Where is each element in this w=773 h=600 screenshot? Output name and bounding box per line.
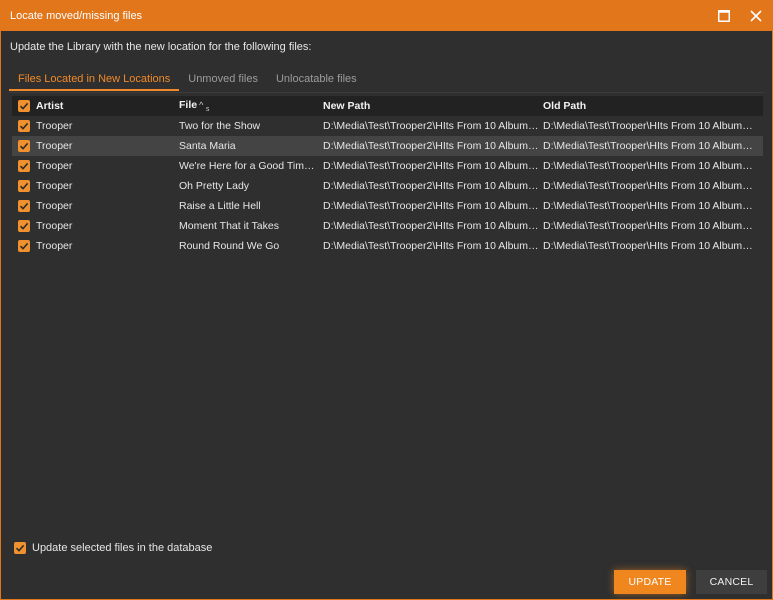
check-icon [19,242,29,250]
old-path-cell: D:\Media\Test\Trooper\HIts From 10 Album… [543,160,763,172]
tab-bar: Files Located in New Locations Unmoved fi… [9,67,366,93]
file-cell: Two for the Show [179,120,261,132]
tab-unlocatable-files[interactable]: Unlocatable files [267,67,366,91]
sort-arrow: ^ [199,100,204,111]
file-cell: We're Here for a Good Time (N... [179,160,323,172]
table-row[interactable]: Trooper Round Round We Go D:\Media\Test\Tr… [12,236,763,256]
artist-cell: Trooper [36,160,73,172]
tab-divider [9,92,764,93]
row-checkbox-cell [12,160,36,172]
dialog-instructions: Update the Library with the new location… [10,41,312,53]
tab-unmoved-files[interactable]: Unmoved files [179,67,267,91]
column-header-artist[interactable]: Artist [36,100,179,112]
file-cell: Oh Pretty Lady [179,180,250,192]
new-path-cell: D:\Media\Test\Trooper2\HIts From 10 Albu… [323,200,543,212]
check-icon [19,182,29,190]
table-row[interactable]: Trooper Raise a Little Hell D:\Media\Test\… [12,196,763,216]
check-icon [19,142,29,150]
file-cell: Santa Maria [179,140,236,152]
check-icon [19,102,29,110]
check-icon [19,202,29,210]
grid-header: Artist File ^ s New Path Old Path [12,96,763,116]
grid-body: Trooper Two for the Show D:\Media\Test\Tro… [12,116,763,256]
row-checkbox[interactable] [18,240,30,252]
new-path-cell: D:\Media\Test\Trooper2\HIts From 10 Albu… [323,120,543,132]
column-header-file[interactable]: File ^ s [179,99,323,113]
window-title: Locate moved/missing files [10,10,143,22]
row-checkbox[interactable] [18,140,30,152]
new-path-cell: D:\Media\Test\Trooper2\HIts From 10 Albu… [323,160,543,172]
maximize-button[interactable] [708,1,740,31]
row-checkbox-cell [12,180,36,192]
files-grid: Artist File ^ s New Path Old Path Trooper… [12,96,763,256]
new-path-cell: D:\Media\Test\Trooper2\HIts From 10 Albu… [323,240,543,252]
artist-cell: Trooper [36,220,73,232]
new-path-cell: D:\Media\Test\Trooper2\HIts From 10 Albu… [323,180,543,192]
table-row[interactable]: Trooper Moment That it Takes D:\Media\Test… [12,216,763,236]
check-icon [19,122,29,130]
row-checkbox-cell [12,240,36,252]
old-path-cell: D:\Media\Test\Trooper\HIts From 10 Album… [543,140,763,152]
row-checkbox[interactable] [18,180,30,192]
cancel-button[interactable]: CANCEL [696,570,767,594]
update-database-checkbox[interactable] [14,542,26,554]
file-cell: Round Round We Go [179,240,280,252]
column-header-file-label: File [179,99,198,112]
select-all-cell [12,100,36,112]
check-icon [15,544,25,552]
artist-cell: Trooper [36,140,73,152]
row-checkbox-cell [12,200,36,212]
old-path-cell: D:\Media\Test\Trooper\HIts From 10 Album… [543,240,763,252]
artist-cell: Trooper [36,240,73,252]
close-button[interactable] [740,1,772,31]
table-row[interactable]: Trooper Santa Maria D:\Media\Test\Trooper2… [12,136,763,156]
table-row[interactable]: Trooper We're Here for a Good Time (N... D… [12,156,763,176]
maximize-icon [718,10,730,22]
row-checkbox[interactable] [18,200,30,212]
new-path-cell: D:\Media\Test\Trooper2\HIts From 10 Albu… [323,220,543,232]
title-bar[interactable]: Locate moved/missing files [1,1,772,31]
close-icon [750,10,762,22]
select-all-checkbox[interactable] [18,100,30,112]
row-checkbox[interactable] [18,120,30,132]
new-path-cell: D:\Media\Test\Trooper2\HIts From 10 Albu… [323,140,543,152]
row-checkbox-cell [12,220,36,232]
locate-files-dialog: Locate moved/missing files Update the Li… [0,0,773,600]
old-path-cell: D:\Media\Test\Trooper\HIts From 10 Album… [543,120,763,132]
column-header-old-path[interactable]: Old Path [543,100,763,112]
update-database-label: Update selected files in the database [32,542,213,554]
table-row[interactable]: Trooper Oh Pretty Lady D:\Media\Test\Troop… [12,176,763,196]
old-path-cell: D:\Media\Test\Trooper\HIts From 10 Album… [543,180,763,192]
check-icon [19,162,29,170]
row-checkbox[interactable] [18,220,30,232]
sort-index: s [205,105,210,113]
artist-cell: Trooper [36,200,73,212]
update-database-option[interactable]: Update selected files in the database [14,542,212,554]
row-checkbox-cell [12,120,36,132]
table-row[interactable]: Trooper Two for the Show D:\Media\Test\Tro… [12,116,763,136]
artist-cell: Trooper [36,180,73,192]
old-path-cell: D:\Media\Test\Trooper\HIts From 10 Album… [543,220,763,232]
update-button[interactable]: UPDATE [614,570,686,594]
row-checkbox-cell [12,140,36,152]
check-icon [19,222,29,230]
artist-cell: Trooper [36,120,73,132]
tab-files-located-in-new-locations[interactable]: Files Located in New Locations [9,67,180,91]
old-path-cell: D:\Media\Test\Trooper\HIts From 10 Album… [543,200,763,212]
file-cell: Moment That it Takes [179,220,279,232]
column-header-new-path[interactable]: New Path [323,100,543,112]
row-checkbox[interactable] [18,160,30,172]
file-cell: Raise a Little Hell [179,200,261,212]
sort-ascending-icon: ^ s [199,100,210,113]
